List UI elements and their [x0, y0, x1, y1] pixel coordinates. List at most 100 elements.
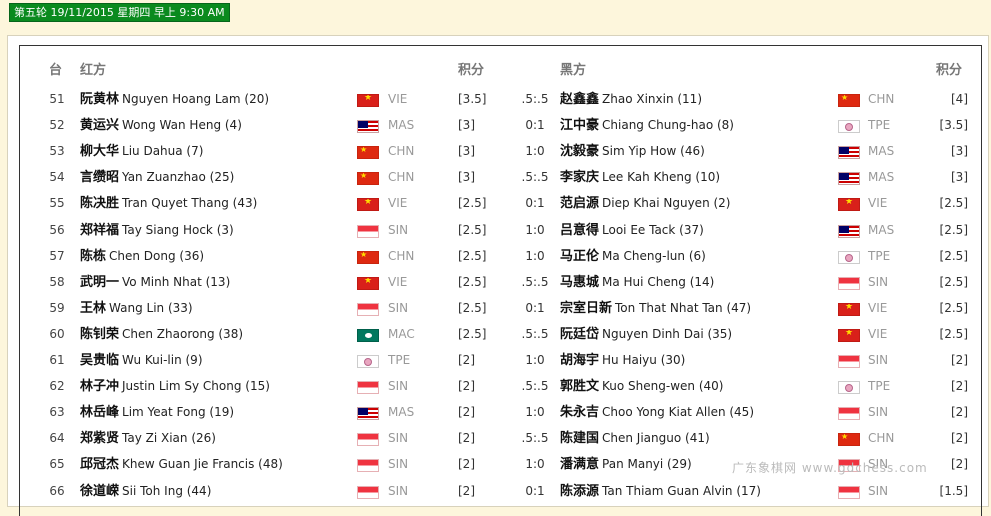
red-player-english-name: Wong Wan Heng (4) — [122, 118, 242, 133]
mac-flag-icon — [357, 328, 379, 342]
black-score: [2] — [951, 405, 968, 420]
red-score: [3] — [458, 170, 475, 185]
table-row: 57 陈栋Chen Dong (36) CHN [2.5] 1:0 马正伦Ma Cheng… — [20, 243, 981, 269]
game-result: .5:.5 — [521, 92, 549, 106]
sin-flag-icon — [357, 485, 379, 499]
header-black: 黑方 — [560, 63, 587, 78]
red-player-english-name: Tran Quyet Thang (43) — [122, 196, 258, 211]
red-player: 吴贵临 Wu Kui-lin (9) — [80, 347, 203, 373]
chn-flag-icon — [357, 250, 379, 264]
black-country-flag — [838, 146, 860, 160]
red-player-english-name: Vo Minh Nhat (13) — [122, 274, 231, 289]
table-row: 56 郑祥福 Tay Siang Hock (3) SIN [2.5] 1:0 吕意得 Loo… — [20, 217, 981, 243]
red-player-chinese-name: 陈决胜 — [80, 196, 120, 212]
black-country-code: VIE — [868, 300, 888, 315]
tpe-flag-icon — [838, 120, 860, 134]
game-result: 1:0 — [525, 144, 545, 159]
red-country-flag — [357, 224, 379, 238]
red-country-code: SIN — [388, 431, 409, 446]
black-player-chinese-name: 沈毅豪 — [560, 144, 600, 160]
black-player-chinese-name: 朱永吉 — [560, 405, 600, 421]
black-player-english-name: Nguyen Dinh Dai (35) — [602, 326, 733, 341]
red-score: [3.5] — [458, 92, 487, 106]
game-result: 1:0 — [525, 405, 545, 420]
header-table: 台 — [49, 63, 63, 78]
game-result: 0:1 — [525, 300, 545, 315]
sin-flag-icon — [838, 407, 860, 421]
black-country-flag — [838, 172, 860, 186]
red-player: 柳大华 Liu Dahua (7) — [80, 138, 203, 164]
red-score: [2.5] — [458, 222, 487, 237]
red-player: 阮黄林 Nguyen Hoang Lam (20) — [80, 86, 269, 112]
black-score: [2] — [951, 431, 968, 446]
red-country-flag — [357, 433, 379, 447]
header-red-score: 积分 — [458, 63, 485, 78]
table-number: 66 — [49, 483, 65, 498]
red-player-chinese-name: 王林 — [80, 300, 107, 316]
round-info-badge: 第五轮 19/11/2015 星期四 早上 9:30 AM — [9, 3, 230, 22]
black-player-english-name: Chiang Chung-hao (8) — [602, 118, 734, 133]
black-country-flag — [838, 407, 860, 421]
tpe-flag-icon — [838, 381, 860, 395]
red-country-flag — [357, 459, 379, 473]
black-score: [2.5] — [939, 274, 968, 289]
black-score: [3] — [951, 144, 968, 159]
vie-flag-icon — [838, 302, 860, 316]
table-row: 61 吴贵临 Wu Kui-lin (9) TPE [2] 1:0 胡海宇 Hu Haiyu … — [20, 347, 981, 373]
vie-flag-icon — [838, 328, 860, 342]
black-player: 陈建国 Chen Jianguo (41) — [560, 425, 710, 451]
black-score: [4] — [951, 92, 968, 106]
black-country-code: SIN — [868, 405, 889, 420]
black-score: [2.5] — [939, 196, 968, 211]
table-number: 60 — [49, 326, 65, 341]
red-country-code: TPE — [388, 353, 411, 367]
table-number: 54 — [49, 170, 65, 185]
black-country-flag — [838, 302, 860, 316]
red-player-chinese-name: 黄运兴 — [80, 118, 120, 134]
table-number: 63 — [49, 405, 65, 420]
red-player-chinese-name: 郑祥福 — [80, 222, 120, 238]
black-country-flag — [838, 433, 860, 447]
table-number: 62 — [49, 379, 65, 394]
red-player-chinese-name: 徐道嵘 — [80, 483, 120, 499]
black-player-english-name: Looi Ee Tack (37) — [602, 222, 704, 237]
red-player-english-name: Chen Dong (36) — [109, 248, 205, 263]
red-player-chinese-name: 邱冠杰 — [80, 457, 120, 473]
black-country-flag — [838, 94, 860, 107]
red-country-code: SIN — [388, 457, 409, 472]
black-country-flag — [838, 276, 860, 290]
black-player: 陈添源 Tan Thiam Guan Alvin (17) — [560, 478, 761, 504]
black-score: [2] — [951, 379, 968, 394]
black-country-code: CHN — [868, 431, 895, 446]
table-number: 55 — [49, 196, 65, 211]
red-country-code: MAS — [388, 118, 415, 133]
black-player-english-name: Hu Haiyu (30) — [602, 353, 686, 367]
red-player-chinese-name: 言缵昭 — [80, 170, 120, 186]
black-player-english-name: Zhao Xinxin (11) — [602, 92, 702, 106]
black-player-english-name: Ma Hui Cheng (14) — [602, 274, 715, 289]
results-table: 台 红方 积分 黑方 积分 51 阮黄林 Nguyen Hoang Lam (20)… — [19, 45, 982, 516]
vie-flag-icon — [357, 198, 379, 212]
red-country-flag — [357, 250, 379, 264]
red-player-chinese-name: 阮黄林 — [80, 92, 120, 107]
black-player: 马惠城 Ma Hui Cheng (14) — [560, 269, 714, 295]
black-player-chinese-name: 宗室日新 — [560, 300, 613, 316]
sin-flag-icon — [838, 355, 860, 368]
red-score: [2.5] — [458, 196, 487, 211]
red-country-flag — [357, 94, 379, 107]
black-player-chinese-name: 阮廷岱 — [560, 326, 600, 342]
red-player: 徐道嵘 Sii Toh Ing (44) — [80, 478, 211, 504]
black-country-code: MAS — [868, 222, 895, 237]
black-player-chinese-name: 马惠城 — [560, 274, 600, 290]
black-player-chinese-name: 吕意得 — [560, 222, 600, 238]
red-player-english-name: Khew Guan Jie Francis (48) — [122, 457, 283, 472]
game-result: 1:0 — [525, 248, 545, 263]
black-player-chinese-name: 胡海宇 — [560, 353, 600, 368]
red-country-code: SIN — [388, 300, 409, 315]
black-player: 马正伦 Ma Cheng-lun (6) — [560, 243, 706, 269]
red-score: [2.5] — [458, 300, 487, 315]
red-player-english-name: Liu Dahua (7) — [122, 144, 204, 159]
black-player: 沈毅豪 Sim Yip How (46) — [560, 138, 705, 164]
table-number: 61 — [49, 353, 65, 367]
black-score: [3.5] — [939, 118, 968, 133]
